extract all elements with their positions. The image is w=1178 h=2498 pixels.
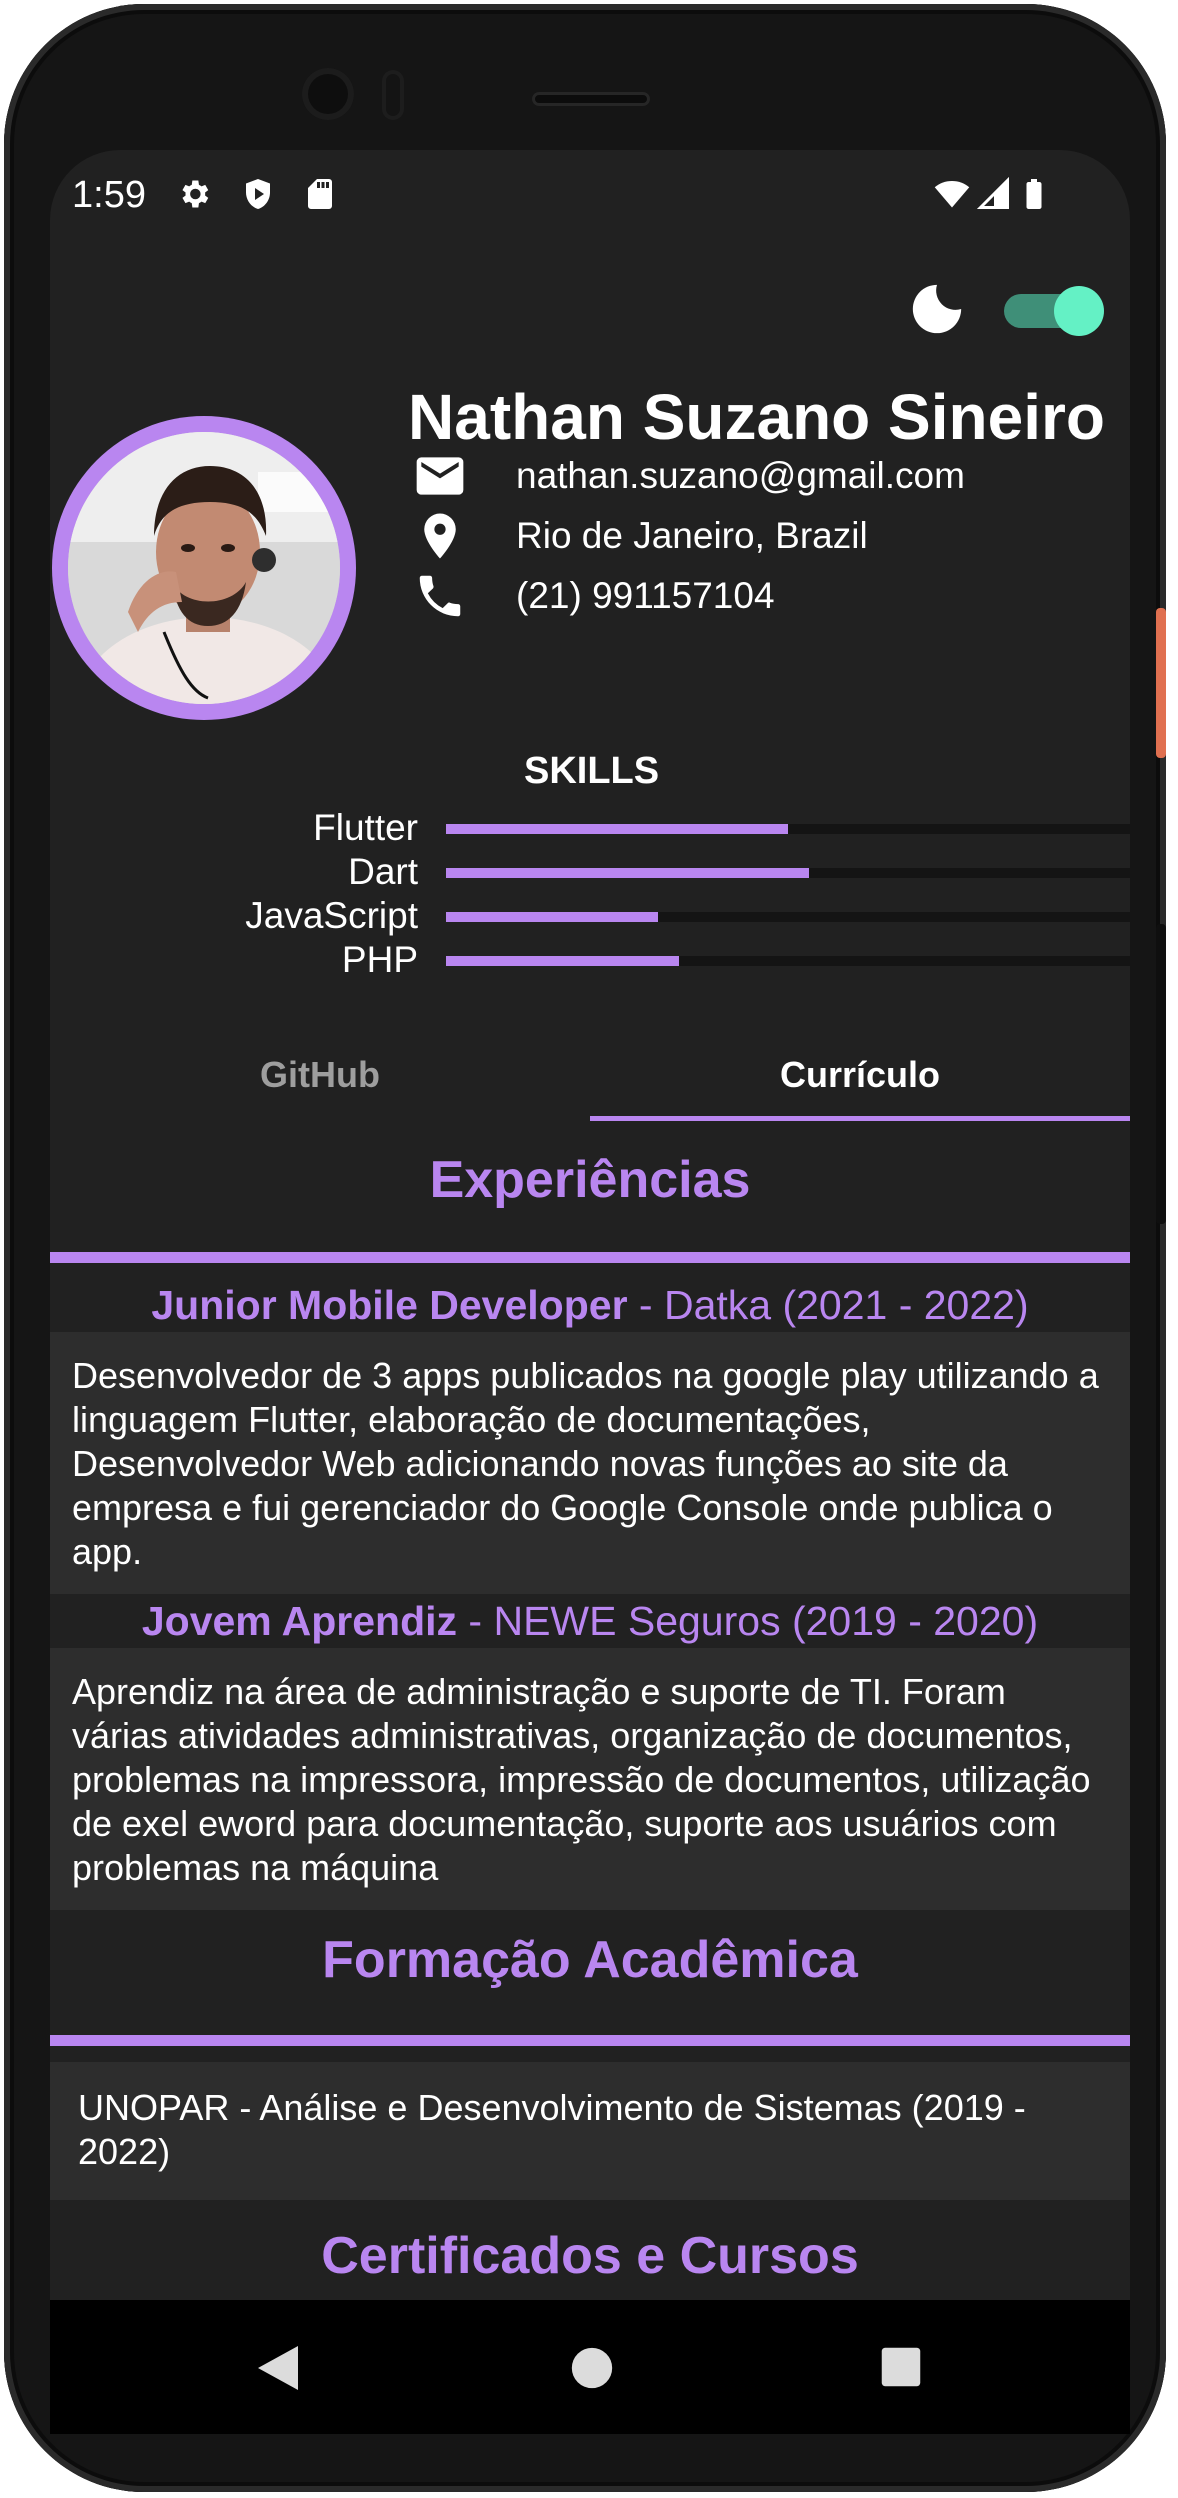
sensor (382, 70, 404, 120)
certificates-title: Certificados e Cursos (321, 2227, 859, 2285)
phone-row[interactable]: (21) 991157104 (408, 566, 775, 626)
location-pin-icon (424, 513, 456, 559)
job-company: - NEWE Seguros (2019 - 2020) (457, 1598, 1039, 1644)
front-camera (302, 68, 354, 120)
skill-bar-fill (446, 956, 679, 966)
phone-frame: 1:59 Nathan Suzano Sineiro nathan.suzano… (4, 4, 1166, 2492)
avatar-portrait (68, 432, 340, 704)
navigation-bar (50, 2300, 1130, 2434)
skill-row: Dart (50, 852, 1130, 892)
home-icon[interactable] (570, 2346, 614, 2390)
job-card: Aprendiz na área de administração e supo… (50, 1648, 1130, 1910)
skill-row: PHP (50, 940, 1130, 980)
dark-mode-toggle[interactable] (1004, 286, 1104, 336)
resume-page: Nathan Suzano Sineiro nathan.suzano@gmai… (50, 230, 1130, 2286)
mail-icon (416, 457, 464, 495)
skill-label: Dart (348, 851, 418, 892)
email-row[interactable]: nathan.suzano@gmail.com (408, 446, 965, 506)
skill-bar-fill (446, 912, 659, 922)
job-description: Desenvolvedor de 3 apps publicados na go… (72, 1355, 1099, 1572)
phone-text: (21) 991157104 (516, 575, 775, 616)
skill-bar-track (446, 824, 1130, 834)
job-company: - Datka (2021 - 2022) (638, 1282, 1029, 1328)
email-text: nathan.suzano@gmail.com (516, 455, 965, 496)
skill-bar-fill (446, 824, 788, 834)
volume-button (1156, 924, 1166, 1224)
sd-card-icon (308, 179, 332, 209)
gear-icon (182, 180, 209, 208)
skill-row: JavaScript (50, 896, 1130, 936)
avatar (52, 416, 356, 720)
back-icon[interactable] (254, 2342, 302, 2394)
education-title: Formação Acadêmica (322, 1931, 858, 1989)
battery-icon (1026, 179, 1042, 209)
signal-icon (976, 176, 1009, 209)
skill-label: Flutter (313, 807, 418, 848)
experiences-divider (50, 1252, 1130, 1263)
shield-icon (246, 179, 270, 209)
earpiece-speaker (532, 92, 650, 106)
education-card: UNOPAR - Análise e Desenvolvimento de Si… (50, 2062, 1130, 2200)
education-divider (50, 2035, 1130, 2046)
skill-label: JavaScript (245, 895, 418, 936)
screen: 1:59 Nathan Suzano Sineiro nathan.suzano… (50, 150, 1130, 2434)
job-description: Aprendiz na área de administração e supo… (72, 1671, 1091, 1888)
status-time: 1:59 (72, 174, 146, 216)
location-row: Rio de Janeiro, Brazil (408, 506, 868, 566)
tab-curriculo[interactable]: Currículo (590, 1030, 1130, 1120)
skill-label: PHP (341, 939, 418, 980)
skill-bar-track (446, 868, 1130, 878)
tab-indicator (590, 1116, 1130, 1121)
moon-icon (912, 284, 962, 334)
profile-name: Nathan Suzano Sineiro (408, 381, 1105, 453)
education-item: UNOPAR - Análise e Desenvolvimento de Si… (78, 2087, 1026, 2172)
skills-title: SKILLS (524, 750, 660, 792)
skill-bar-fill (446, 868, 809, 878)
power-button (1156, 608, 1166, 758)
experiences-title: Experiências (429, 1151, 751, 1209)
phone-icon (419, 575, 461, 617)
location-text: Rio de Janeiro, Brazil (516, 515, 868, 556)
job-header: Jovem Aprendiz - NEWE Seguros (2019 - 20… (50, 1598, 1130, 1645)
avatar-photo (68, 432, 340, 704)
recents-icon[interactable] (880, 2346, 922, 2388)
skill-row: Flutter (50, 808, 1130, 848)
toggle-thumb (1054, 286, 1104, 336)
skill-bar-track (446, 956, 1130, 966)
job-role: Jovem Aprendiz (141, 1598, 458, 1644)
job-header: Junior Mobile Developer - Datka (2021 - … (50, 1282, 1130, 1329)
job-card: Desenvolvedor de 3 apps publicados na go… (50, 1332, 1130, 1594)
job-role: Junior Mobile Developer (151, 1282, 639, 1328)
tab-github[interactable]: GitHub (50, 1030, 590, 1120)
wifi-icon (934, 180, 970, 208)
status-bar: 1:59 (50, 150, 1130, 230)
skill-bar-track (446, 912, 1130, 922)
